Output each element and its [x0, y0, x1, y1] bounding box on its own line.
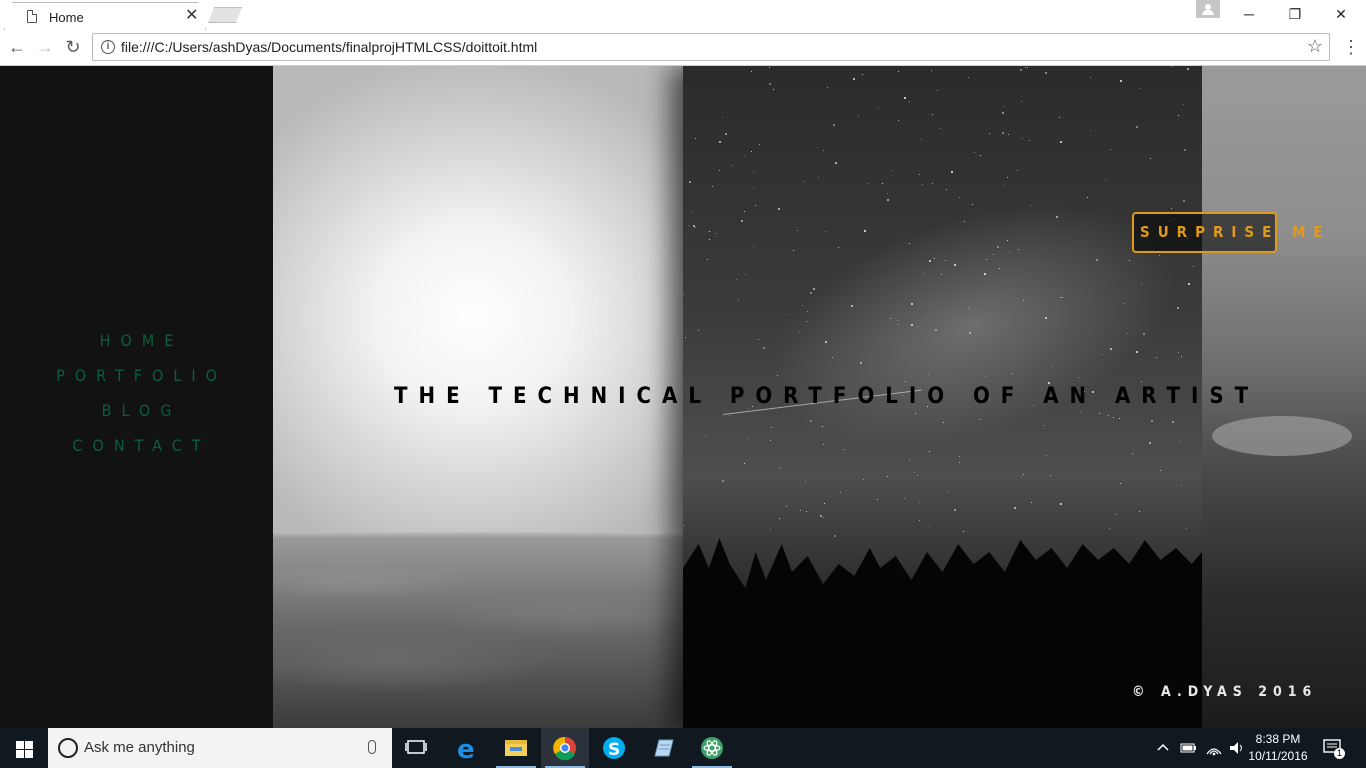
task-view-icon[interactable] [392, 728, 440, 768]
atom-icon[interactable] [688, 728, 736, 768]
notification-count: 1 [1334, 748, 1345, 759]
clock-date: 10/11/2016 [1248, 749, 1308, 763]
battery-icon[interactable] [1180, 742, 1198, 768]
edge-icon[interactable]: e [443, 728, 491, 768]
chrome-icon[interactable] [541, 728, 589, 768]
hero-title: THE TECHNICAL PORTFOLIO OF AN ARTIST [394, 384, 1260, 409]
browser-toolbar: ← → ↻ i file:///C:/Users/ashDyas/Documen… [0, 30, 1366, 66]
reload-button[interactable]: ↻ [62, 36, 84, 58]
browser-menu-icon[interactable]: ⋮ [1342, 36, 1360, 58]
minimize-button[interactable]: ─ [1226, 0, 1272, 28]
nav-blog-link[interactable]: BLOG [92, 401, 182, 420]
back-button[interactable]: ← [6, 36, 28, 58]
restore-button[interactable]: ❐ [1272, 0, 1318, 28]
notepad-icon[interactable] [639, 728, 687, 768]
file-explorer-icon[interactable] [492, 728, 540, 768]
skype-icon[interactable]: S [590, 728, 638, 768]
tab-close-icon[interactable]: ✕ [185, 7, 198, 25]
forward-button[interactable]: → [34, 36, 56, 58]
system-clock[interactable]: 8:38 PM 10/11/2016 [1246, 731, 1310, 765]
page-icon [27, 10, 37, 23]
nav-portfolio-link[interactable]: PORTFOLIO [46, 366, 227, 385]
profile-icon[interactable] [1196, 0, 1220, 18]
action-center-icon[interactable]: 1 [1322, 738, 1345, 760]
info-icon[interactable]: i [101, 40, 115, 54]
nav-contact-link[interactable]: CONTACT [62, 436, 210, 455]
browser-tabstrip: Home ✕ ─ ❐ ✕ [0, 0, 1366, 30]
show-hidden-icons-icon[interactable] [1156, 740, 1170, 768]
search-placeholder[interactable]: Ask me anything [84, 739, 195, 756]
copyright-text: © A.DYAS 2016 [1132, 684, 1318, 700]
bookmark-star-icon[interactable]: ☆ [1307, 36, 1323, 57]
nav-home-link[interactable]: HOME [90, 331, 184, 350]
taskbar: Ask me anything e S 8:38 PM 10/11/2016 1 [0, 728, 1366, 768]
surprise-me-button[interactable]: SURPRISE ME [1132, 212, 1323, 253]
new-tab-button[interactable] [208, 7, 242, 23]
tab-title: Home [49, 10, 84, 25]
wifi-icon[interactable] [1205, 740, 1223, 768]
svg-text:e: e [457, 735, 475, 765]
address-bar[interactable]: i file:///C:/Users/ashDyas/Documents/fin… [92, 33, 1330, 61]
volume-icon[interactable] [1228, 740, 1246, 768]
cortana-search-box[interactable]: Ask me anything [48, 728, 392, 768]
microphone-icon[interactable] [368, 740, 376, 754]
cortana-icon [58, 738, 78, 758]
windows-start-icon[interactable] [0, 728, 48, 768]
url-text[interactable]: file:///C:/Users/ashDyas/Documents/final… [121, 39, 537, 55]
main-nav: HOME PORTFOLIO BLOG CONTACT [0, 331, 273, 471]
sidebar: HOME PORTFOLIO BLOG CONTACT [0, 66, 273, 728]
web-page: HOME PORTFOLIO BLOG CONTACT THE TECHNICA… [0, 66, 1366, 728]
svg-text:S: S [608, 740, 620, 760]
close-window-button[interactable]: ✕ [1318, 0, 1364, 28]
clock-time: 8:38 PM [1255, 732, 1301, 746]
browser-tab-home[interactable]: Home ✕ [4, 2, 206, 30]
